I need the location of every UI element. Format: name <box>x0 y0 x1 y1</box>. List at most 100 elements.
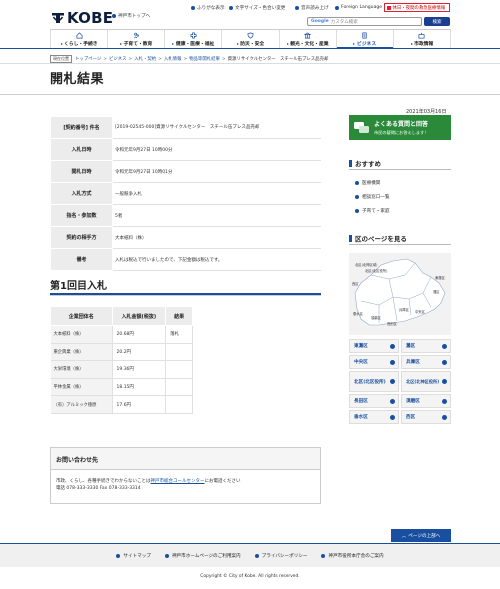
recommend-link-medical[interactable]: 医療機関 <box>355 180 380 186</box>
company-cell: 平林金属（株） <box>50 378 113 397</box>
footer-link-label: 神戸市役所本庁舎のご案内 <box>328 553 384 559</box>
recommend-label: 相談窓口一覧 <box>362 195 390 200</box>
inquiry-heading: お問い合わせ先 <box>51 448 320 470</box>
ward-link-chuo[interactable]: 中央区 <box>349 355 399 369</box>
faq-banner[interactable]: よくある質問と回答 市民の疑問にお答えします！ <box>349 115 451 140</box>
arrow-icon <box>390 359 395 365</box>
call-center-link[interactable]: 神戸市総合コールセンター <box>151 479 205 484</box>
page-top-button[interactable]: ︿ ページの上部へ <box>391 529 451 542</box>
footer-link-label: 神戸市ホームページのご利用案内 <box>171 553 241 559</box>
recommend-label: 子育て・家庭 <box>362 209 390 214</box>
row-value: 入札は税込で行いましたので、下記金額は税込です。 <box>112 248 321 271</box>
gnav-item-safety[interactable]: 防災・安全 <box>221 30 278 48</box>
furigana-link[interactable]: ふりがな表示 <box>191 5 225 11</box>
gnav-label: 健康・医療・福祉 <box>172 40 214 47</box>
bid-results-table: 企業団体名 入札金額(税抜) 結果 大本紙料（株） 20.68円 落札 東企興業（株… <box>50 306 193 414</box>
footer-link-usage[interactable]: 神戸市ホームページのご利用案内 <box>164 553 241 559</box>
table-row: 入札方式 一般競争入札 <box>50 182 321 205</box>
gnav-item-business[interactable]: ビジネス <box>335 30 393 49</box>
home-link-label: 神戸市トップへ <box>118 14 151 19</box>
ward-link-nada[interactable]: 灘区 <box>401 339 451 353</box>
ward-link-kita-hokushin[interactable]: 北区(北神区役所) <box>401 371 451 392</box>
emergency-icon <box>387 5 391 10</box>
table-row: 平林金属（株） 18.15円 <box>50 378 193 397</box>
table-row: 開札日時 令和元年9月27日 10時01分 <box>50 160 321 183</box>
recommend-link-childcare[interactable]: 子育て・家庭 <box>355 208 390 214</box>
footer-link-sitemap[interactable]: サイトマップ <box>116 553 151 559</box>
ward-heading: 区のページを見る <box>349 233 407 243</box>
ward-link-nishi[interactable]: 西区 <box>401 410 451 424</box>
copyright: Copyright © City of Kobe. All rights res… <box>200 574 300 579</box>
foreign-language-link[interactable]: Foreign Language <box>335 5 382 10</box>
page-top-label: ページの上部へ <box>408 533 441 539</box>
breadcrumb-separator: > <box>128 56 133 62</box>
ward-link-suma[interactable]: 須磨区 <box>401 394 451 408</box>
footer-link-label: プライバシーポリシー <box>261 553 308 559</box>
site-header: KOBE 神戸市トップへ ふりがな表示 文字サイズ・色合い変更 音声読み上げ F… <box>0 0 500 50</box>
ward-label: 垂水区 <box>354 415 368 420</box>
ward-link-higashinada[interactable]: 東灘区 <box>349 339 399 353</box>
ward-label: 灘区 <box>406 344 416 349</box>
gnav-label: 防災・安全 <box>237 40 264 47</box>
gnav-item-culture[interactable]: 観光・文化・産業 <box>278 30 336 48</box>
map-label: 兵庫区 <box>399 307 410 312</box>
row-label: 契約の相手方 <box>50 226 113 249</box>
gnav-item-childcare[interactable]: 子育て・教育 <box>107 30 164 48</box>
inquiry-text: にお電話ください <box>204 479 241 484</box>
arrow-icon <box>390 343 395 349</box>
search-placeholder: カスタム検索 <box>330 19 358 25</box>
footer-link-privacy[interactable]: プライバシーポリシー <box>254 553 308 559</box>
ward-link-kita[interactable]: 北区(北区役所) <box>349 371 399 392</box>
arrow-icon <box>355 181 359 185</box>
breadcrumb-link[interactable]: 入札・契約 <box>134 56 156 62</box>
row-value: 令和元年9月27日 10時00分 <box>112 138 321 161</box>
result-cell <box>165 360 193 379</box>
table-row: [契約番号] 件名 [2019-02545-000]資源リサイクルセンター スチー… <box>50 116 321 139</box>
ward-link-nagata[interactable]: 長田区 <box>349 394 399 408</box>
gnav-item-life[interactable]: くらし・手続き <box>50 30 107 48</box>
round-heading: 第1回目入札 <box>50 281 107 292</box>
row-value: [2019-02545-000]資源リサイクルセンター スチール缶プレス品売却 <box>112 116 321 139</box>
read-aloud-link[interactable]: 音声読み上げ <box>295 5 329 11</box>
home-link[interactable]: 神戸市トップへ <box>112 13 150 19</box>
search-button[interactable]: 検索 <box>424 17 450 26</box>
breadcrumb-link[interactable]: トップページ <box>75 56 101 62</box>
util-label: ふりがな表示 <box>197 6 225 11</box>
globe-icon <box>335 5 339 10</box>
footer-link-cityhall[interactable]: 神戸市役所本庁舎のご案内 <box>321 553 384 559</box>
arrow-icon <box>355 195 359 199</box>
gnav-item-cityinfo[interactable]: 市政情報 <box>392 30 451 48</box>
gnav-label: 子育て・教育 <box>120 40 153 47</box>
ward-link-hyogo[interactable]: 兵庫区 <box>401 355 451 369</box>
row-label: [契約番号] 件名 <box>50 116 113 139</box>
company-cell: 大栄環境（株） <box>50 360 113 379</box>
breadcrumb-link[interactable]: 物品等開札結果 <box>189 56 220 62</box>
breadcrumb-separator: > <box>158 56 162 62</box>
arrow-icon <box>112 14 116 18</box>
ward-label: 北区(北区役所) <box>354 379 386 385</box>
kobe-logo[interactable]: KOBE <box>51 9 113 27</box>
emergency-medical-link[interactable]: 休日・夜間の救急医療情報 <box>384 3 450 12</box>
amount-cell: 17.6円 <box>112 395 167 414</box>
breadcrumb-here-label: 現在位置 <box>50 55 72 63</box>
gnav-item-health[interactable]: 健康・医療・福祉 <box>164 30 221 48</box>
breadcrumb-current: 資源リサイクルセンター スチール缶プレス品売却 <box>227 57 329 62</box>
arrow-icon <box>229 6 233 10</box>
page-title: 開札結果 <box>50 72 105 87</box>
recommend-link-consult[interactable]: 相談窓口一覧 <box>355 194 390 200</box>
title-divider <box>0 94 500 95</box>
search-input[interactable]: Google カスタム検索 <box>307 17 422 26</box>
gnav-label: 市政情報 <box>411 40 433 47</box>
inquiry-body: 市政、くらし、各種手続きでわからないことは神戸市総合コールセンターにお電話くださ… <box>51 470 320 492</box>
amount-cell: 18.15円 <box>112 378 167 397</box>
table-row: 備考 入札は税込で行いましたので、下記金額は税込です。 <box>50 248 321 271</box>
arrow-icon <box>116 553 121 558</box>
breadcrumb-link[interactable]: 入札情報 <box>164 56 182 62</box>
company-cell: 大本紙料（株） <box>50 325 113 344</box>
google-brand: Google <box>311 19 329 24</box>
breadcrumb-separator: > <box>221 56 226 62</box>
text-size-color-link[interactable]: 文字サイズ・色合い変更 <box>229 5 285 11</box>
ward-link-tarumi[interactable]: 垂水区 <box>349 410 399 424</box>
ward-map[interactable]: 北区(北神区域) 北区(北区役所) 西区 須磨区 垂水区 長田区 兵庫区 中央区… <box>349 253 451 335</box>
breadcrumb-link[interactable]: ビジネス <box>109 56 127 62</box>
